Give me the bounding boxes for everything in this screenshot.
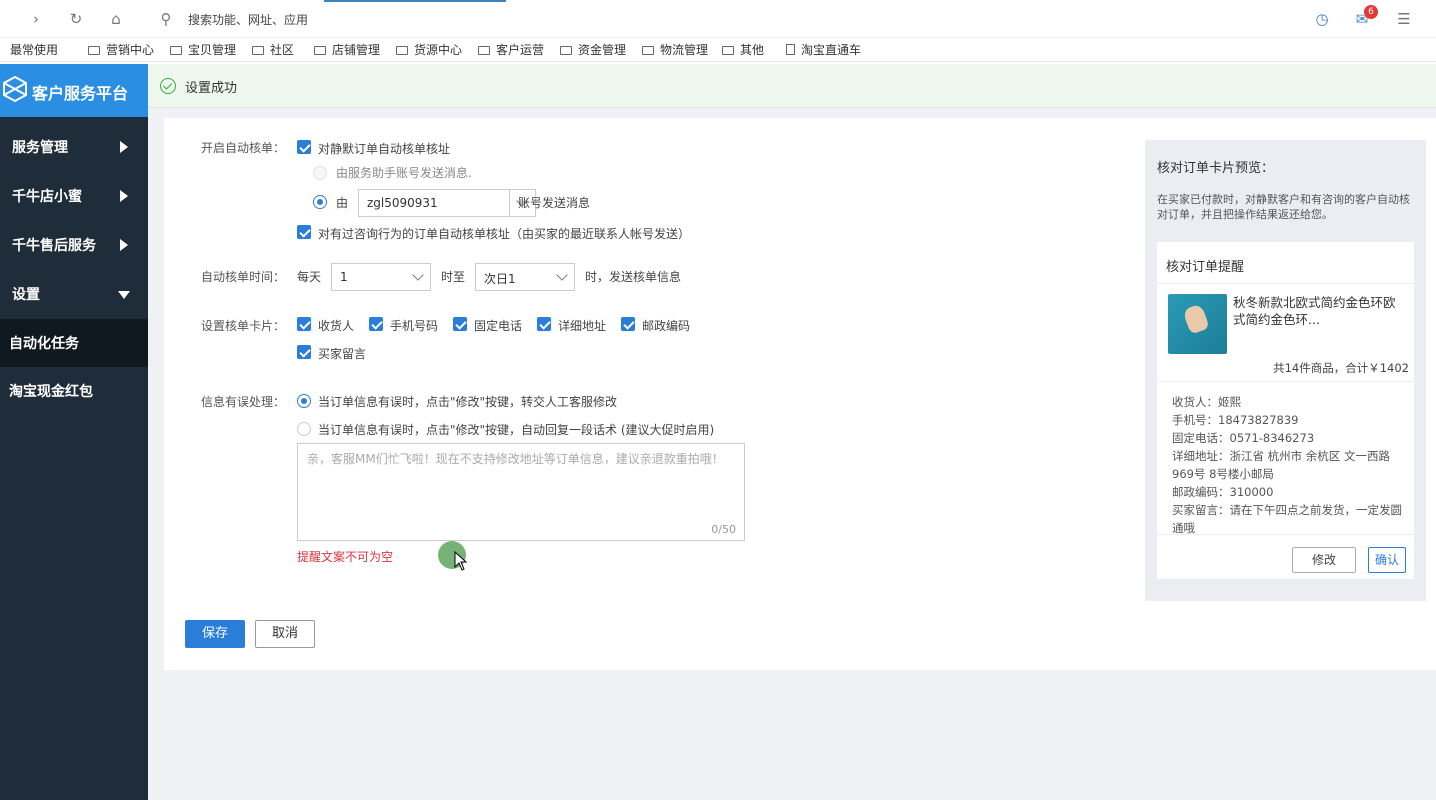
product-title: 秋冬新款北欧式简约金色环欧式简约金色环... <box>1233 295 1396 327</box>
card-preview-panel: 核对订单卡片预览： 在买家已付款时，对静默客户和有咨询的客户自动核对订单，并且把… <box>1145 140 1426 601</box>
main-content: 设置成功 开启自动核单： 对静默订单自动核单核址 由服务助手账号发送消息. 由 … <box>148 64 1436 800</box>
bookmark-item[interactable]: 资金管理 <box>560 41 626 59</box>
sidebar-item-cash-redpacket[interactable]: 淘宝现金红包 <box>0 367 148 415</box>
bookmark-item[interactable]: 物流管理 <box>642 41 708 59</box>
tab-indicator <box>324 0 506 2</box>
folder-icon <box>170 46 182 55</box>
bookmark-item[interactable]: 营销中心 <box>88 41 154 59</box>
sidebar: 客户服务平台 服务管理 千牛店小蜜 千牛售后服务 设置 自动化任务 淘宝现金红包 <box>0 64 148 800</box>
address-bar[interactable]: 搜索功能、网址、应用 <box>188 11 308 28</box>
reply-textarea[interactable]: 亲，客服MM们忙飞啦！现在不支持修改地址等订单信息，建议亲退款重拍哦！ 0/50 <box>297 443 745 541</box>
refresh-icon[interactable]: ↻ <box>66 9 86 29</box>
product-image <box>1168 294 1227 354</box>
info-consignee: 收货人：姬熙 <box>1172 395 1241 409</box>
order-info: 收货人：姬熙 手机号：18473827839 固定电话：0571-8346273… <box>1172 393 1408 537</box>
info-message: 买家留言：请在下午四点之前发货，一定发圆通哦 <box>1172 503 1402 535</box>
bookmark-item[interactable]: 淘宝直通车 <box>786 41 861 59</box>
field-consignee-checkbox[interactable] <box>297 317 311 331</box>
auto-check-label: 开启自动核单： <box>201 141 286 155</box>
char-counter: 0/50 <box>711 523 736 536</box>
forward-icon[interactable]: › <box>26 9 46 29</box>
folder-icon <box>314 46 326 55</box>
cancel-button[interactable]: 取消 <box>255 620 315 648</box>
logo-icon <box>3 76 27 102</box>
sidebar-item-after-sales[interactable]: 千牛售后服务 <box>0 221 148 269</box>
home-icon[interactable]: ⌂ <box>106 9 126 29</box>
folder-icon <box>642 46 654 55</box>
check-time-label: 自动核单时间： <box>201 270 286 284</box>
info-postcode: 邮政编码：310000 <box>1172 485 1274 499</box>
caret-down-icon <box>118 291 130 299</box>
start-hour-select[interactable]: 1 <box>331 263 431 291</box>
caret-right-icon <box>120 239 128 251</box>
divider <box>1157 381 1414 382</box>
preview-edit-button[interactable]: 修改 <box>1292 547 1356 573</box>
bookmark-item[interactable]: 其他 <box>722 41 764 59</box>
field-mobile-checkbox[interactable] <box>369 317 383 331</box>
save-button[interactable]: 保存 <box>185 620 245 648</box>
caret-right-icon <box>120 190 128 202</box>
field-phone-checkbox[interactable] <box>453 317 467 331</box>
info-mobile: 手机号：18473827839 <box>1172 413 1299 427</box>
sidebar-item-automation[interactable]: 自动化任务 <box>0 319 148 367</box>
validation-error: 提醒文案不可为空 <box>297 550 394 564</box>
brand-header: 客户服务平台 <box>0 64 148 117</box>
field-postcode-checkbox[interactable] <box>621 317 635 331</box>
preview-title: 核对订单卡片预览： <box>1157 161 1275 176</box>
page-icon <box>786 44 795 55</box>
search-icon: ⚲ <box>160 10 172 28</box>
bookmarks-bar: 最常使用 营销中心 宝贝管理 社区 店铺管理 货源中心 客户运营 资金管理 物流… <box>0 38 1436 62</box>
bookmark-item[interactable]: 宝贝管理 <box>170 41 236 59</box>
account-select[interactable]: zgl5090931 <box>358 189 536 217</box>
folder-icon <box>478 46 490 55</box>
silent-order-checkbox[interactable] <box>297 140 311 154</box>
folder-icon <box>560 46 572 55</box>
bookmark-item[interactable]: 社区 <box>252 41 294 59</box>
field-address-checkbox[interactable] <box>537 317 551 331</box>
preview-confirm-button[interactable]: 确认 <box>1368 547 1406 573</box>
caret-right-icon <box>120 141 128 153</box>
menu-icon[interactable]: ☰ <box>1394 9 1414 29</box>
field-buyer-message-checkbox[interactable] <box>297 345 311 359</box>
preview-card-header: 核对订单提醒 <box>1157 242 1414 284</box>
via-assistant-radio[interactable] <box>313 166 327 180</box>
preview-description: 在买家已付款时，对静默客户和有咨询的客户自动核对订单，并且把操作结果返还给您。 <box>1157 193 1410 221</box>
mail-badge: 6 <box>1364 5 1378 19</box>
end-hour-select[interactable]: 次日1 <box>475 263 575 291</box>
sidebar-item-settings[interactable]: 设置 <box>0 270 148 318</box>
folder-icon <box>396 46 408 55</box>
folder-icon <box>252 46 264 55</box>
consult-order-checkbox[interactable] <box>297 225 311 239</box>
chevron-down-icon <box>556 269 568 281</box>
bookmark-item[interactable]: 店铺管理 <box>314 41 380 59</box>
folder-icon <box>722 46 734 55</box>
bookmark-most-used[interactable]: 最常使用 <box>10 41 58 59</box>
browser-toolbar: › ↻ ⌂ ⚲ 搜索功能、网址、应用 ◷ ✉ 6 ☰ <box>0 0 1436 38</box>
divider <box>1157 534 1414 535</box>
clock-icon[interactable]: ◷ <box>1312 9 1332 29</box>
info-address: 详细地址：浙江省 杭州市 余杭区 文一西路969号 8号楼小邮局 <box>1172 449 1390 481</box>
card-setting-label: 设置核单卡片： <box>201 319 286 333</box>
chevron-down-icon <box>412 269 424 281</box>
order-total: 共14件商品，合计￥1402 <box>1273 361 1409 375</box>
transfer-agent-radio[interactable] <box>297 394 311 408</box>
mouse-cursor-icon <box>454 551 468 571</box>
sidebar-item-qianniu-assistant[interactable]: 千牛店小蜜 <box>0 172 148 220</box>
bookmark-item[interactable]: 货源中心 <box>396 41 462 59</box>
bookmark-item[interactable]: 客户运营 <box>478 41 544 59</box>
brand-title: 客户服务平台 <box>32 84 129 103</box>
folder-icon <box>88 46 100 55</box>
check-circle-icon <box>160 78 176 94</box>
preview-card: 核对订单提醒 秋冬新款北欧式简约金色环欧式简约金色环... 共14件商品，合计￥… <box>1157 242 1414 579</box>
sidebar-item-service-management[interactable]: 服务管理 <box>0 123 148 171</box>
info-phone: 固定电话：0571-8346273 <box>1172 431 1315 445</box>
via-account-radio[interactable] <box>313 195 327 209</box>
success-banner: 设置成功 <box>148 64 1436 108</box>
auto-reply-radio[interactable] <box>297 422 311 436</box>
error-handling-label: 信息有误处理： <box>201 395 286 409</box>
